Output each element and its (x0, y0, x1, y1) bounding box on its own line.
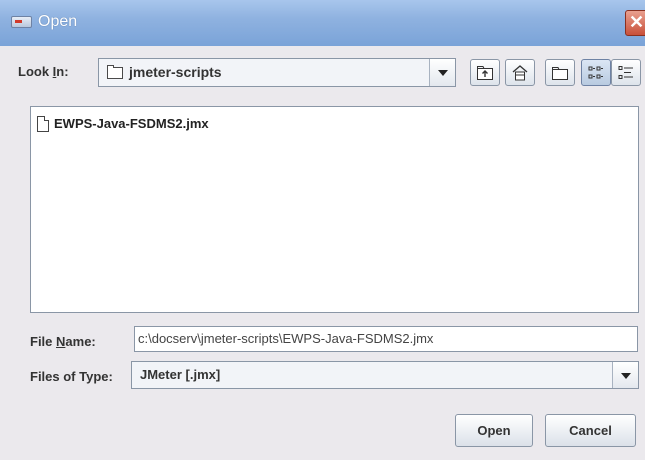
details-view-button[interactable] (611, 59, 641, 86)
chevron-down-icon[interactable] (429, 59, 455, 86)
home-button[interactable] (505, 59, 535, 86)
file-list[interactable]: EWPS-Java-FSDMS2.jmx (30, 106, 639, 313)
title-bar[interactable]: Open ✕ (0, 0, 645, 46)
file-name-label-prefix: File (30, 334, 57, 349)
look-in-label: Look In: (18, 64, 69, 79)
file-name-label: File Name: (30, 334, 96, 349)
folder-icon (107, 65, 123, 79)
files-of-type-value: JMeter [.jmx] (140, 367, 221, 382)
file-name-label-mnemonic: N (56, 334, 66, 349)
file-icon (37, 116, 49, 132)
look-in-combo[interactable]: jmeter-scripts (98, 58, 456, 87)
open-dialog: Open ✕ Look In: jmeter-scripts EWPS-Java… (0, 0, 645, 460)
chevron-down-icon[interactable] (612, 362, 638, 388)
list-view-icon (588, 66, 603, 79)
new-folder-icon (552, 67, 568, 80)
file-name-label-suffix: ame: (65, 334, 96, 349)
home-icon (512, 65, 528, 81)
cancel-button[interactable]: Cancel (545, 414, 636, 447)
up-one-level-icon (477, 66, 493, 80)
up-one-level-button[interactable] (470, 59, 500, 86)
files-of-type-label: Files of Type: (30, 369, 113, 384)
new-folder-button[interactable] (545, 59, 575, 86)
file-name: EWPS-Java-FSDMS2.jmx (54, 116, 209, 131)
files-of-type-combo[interactable]: JMeter [.jmx] (131, 361, 639, 389)
open-button[interactable]: Open (455, 414, 533, 447)
look-in-value: jmeter-scripts (129, 64, 222, 80)
close-button[interactable]: ✕ (625, 10, 645, 36)
java-app-icon (11, 16, 32, 28)
look-in-label-prefix: Look (18, 64, 53, 79)
file-name-input[interactable]: c:\docserv\jmeter-scripts\EWPS-Java-FSDM… (134, 326, 638, 352)
look-in-label-suffix: n: (56, 64, 69, 79)
window-title: Open (38, 13, 78, 30)
list-view-button[interactable] (581, 59, 611, 86)
details-view-icon (618, 66, 633, 79)
